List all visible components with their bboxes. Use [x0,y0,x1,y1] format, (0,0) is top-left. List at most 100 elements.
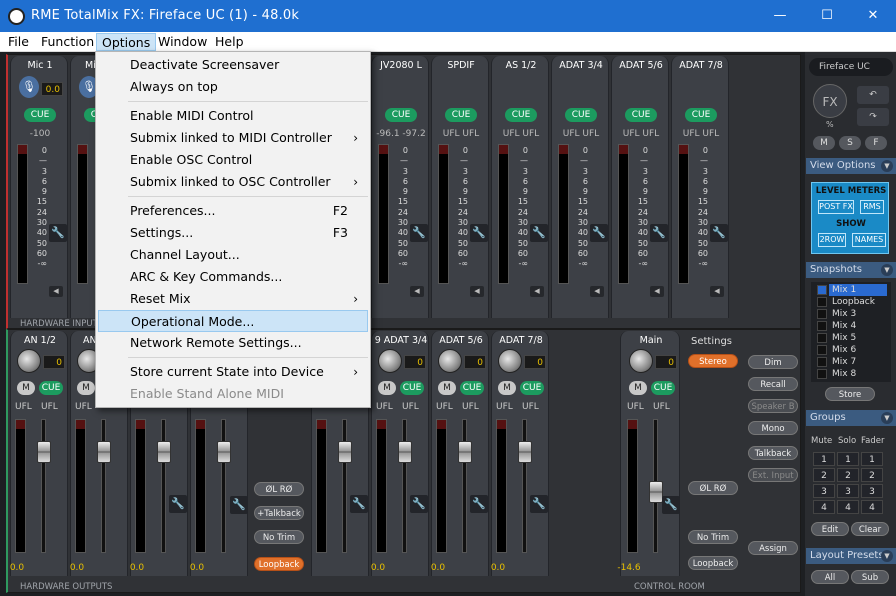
group-cell[interactable]: 3 [861,484,883,498]
group-cell[interactable]: 1 [813,452,835,466]
expand-arrow-icon[interactable]: ◀ [710,286,724,297]
layout-sub-button[interactable]: Sub [851,570,889,584]
cue-button[interactable]: CUE [400,381,424,395]
snapshot-item[interactable]: Mix 6 [829,344,887,356]
wrench-icon[interactable]: 🔧 [590,224,608,242]
fader-handle[interactable] [157,441,171,463]
group-cell[interactable]: 4 [861,500,883,514]
group-cell[interactable]: 1 [837,452,859,466]
microphone-icon[interactable]: 🎙 [19,76,39,98]
mute-button[interactable]: M [378,381,396,395]
group-cell[interactable]: 4 [837,500,859,514]
cue-button[interactable]: CUE [651,381,675,395]
menu-item-submix-osc[interactable]: Submix linked to OSC Controller › [98,171,368,193]
snapshot-item[interactable]: Loopback [829,296,887,308]
global-solo-button[interactable]: S [839,136,861,150]
menu-item-always-on-top[interactable]: Always on top [98,76,368,98]
fader-track[interactable] [41,419,46,553]
fader-track[interactable] [161,419,166,553]
group-cell[interactable]: 3 [837,484,859,498]
phase-invert-button[interactable]: ØL RØ [688,481,738,495]
gain-knob[interactable] [17,349,41,373]
wrench-icon[interactable]: 🔧 [530,224,548,242]
group-cell[interactable]: 2 [861,468,883,482]
minimize-button[interactable]: — [757,0,803,32]
group-cell[interactable]: 4 [813,500,835,514]
no-trim-button[interactable]: No Trim [688,530,738,544]
cue-button[interactable]: CUE [520,381,544,395]
expand-arrow-icon[interactable]: ◀ [49,286,63,297]
wrench-icon[interactable]: 🔧 [49,224,67,242]
gain-knob[interactable] [498,349,522,373]
snapshots-header[interactable]: Snapshots ▼ [806,262,896,278]
talkback-button[interactable]: Talkback [748,446,798,460]
maximize-button[interactable]: ☐ [804,0,850,32]
talkback-button[interactable]: +Talkback [254,506,304,520]
wrench-icon[interactable]: 🔧 [230,496,248,514]
device-select[interactable]: Fireface UC [809,58,893,76]
cue-button[interactable]: CUE [685,108,717,122]
wrench-icon[interactable]: 🔧 [530,495,548,513]
cue-button[interactable]: CUE [505,108,537,122]
ext-input-button[interactable]: Ext. Input [748,468,798,482]
snapshot-item[interactable]: Mix 4 [829,320,887,332]
snapshot-item[interactable]: Mix 8 [829,368,887,380]
gain-knob[interactable] [438,349,462,373]
group-cell[interactable]: 1 [861,452,883,466]
menu-file[interactable]: File [3,33,34,51]
fader-track[interactable] [221,419,226,553]
menu-item-preferences[interactable]: Preferences... F2 [98,200,368,222]
wrench-icon[interactable]: 🔧 [350,495,368,513]
menu-item-reset-mix[interactable]: Reset Mix › [98,288,368,310]
menu-item-submix-midi[interactable]: Submix linked to MIDI Controller › [98,127,368,149]
expand-arrow-icon[interactable]: ◀ [410,286,424,297]
wrench-icon[interactable]: 🔧 [662,496,680,514]
dim-button[interactable]: Dim [748,355,798,369]
rms-button[interactable]: RMS [860,200,884,214]
menu-item-operational-mode[interactable]: Operational Mode... [98,310,368,332]
layout-presets-header[interactable]: Layout Presets ▼ [806,548,896,564]
snapshot-item[interactable]: Mix 3 [829,308,887,320]
post-fx-button[interactable]: POST FX [818,200,854,214]
store-button[interactable]: Store [825,387,875,401]
snapshot-item[interactable]: Mix 1 [829,284,887,296]
menu-item-deactivate-screensaver[interactable]: Deactivate Screensaver [98,54,368,76]
gain-knob[interactable] [378,349,402,373]
cue-button[interactable]: CUE [445,108,477,122]
names-button[interactable]: NAMES [852,233,886,247]
menu-item-arc-key-commands[interactable]: ARC & Key Commands... [98,266,368,288]
assign-button[interactable]: Assign [748,541,798,555]
close-button[interactable]: ✕ [850,0,896,32]
snapshot-item[interactable]: Mix 7 [829,356,887,368]
fader-handle[interactable] [398,441,412,463]
fader-handle[interactable] [37,441,51,463]
wrench-icon[interactable]: 🔧 [650,224,668,242]
mute-button[interactable]: M [77,381,95,395]
menu-item-enable-osc-control[interactable]: Enable OSC Control [98,149,368,171]
speaker-b-button[interactable]: Speaker B [748,399,798,413]
menu-item-channel-layout[interactable]: Channel Layout... [98,244,368,266]
mute-button[interactable]: M [498,381,516,395]
menu-function[interactable]: Function [36,33,99,51]
fader-track[interactable] [342,419,347,553]
gain-knob[interactable] [629,349,653,373]
cue-button[interactable]: CUE [460,381,484,395]
fader-track[interactable] [101,419,106,553]
global-mute-button[interactable]: M [813,136,835,150]
fader-handle[interactable] [518,441,532,463]
group-cell[interactable]: 2 [837,468,859,482]
wrench-icon[interactable]: 🔧 [169,495,187,513]
wrench-icon[interactable]: 🔧 [470,495,488,513]
wrench-icon[interactable]: 🔧 [410,224,428,242]
fader-handle[interactable] [458,441,472,463]
menu-item-store-state[interactable]: Store current State into Device › [98,361,368,383]
cue-button[interactable]: CUE [39,381,63,395]
redo-icon[interactable]: ↷ [857,108,889,126]
mute-button[interactable]: M [629,381,647,395]
menu-window[interactable]: Window [153,33,212,51]
menu-options[interactable]: Options [96,33,157,51]
mute-button[interactable]: M [438,381,456,395]
mute-button[interactable]: M [17,381,35,395]
menu-item-network-remote-settings[interactable]: Network Remote Settings... [98,332,368,354]
wrench-icon[interactable]: 🔧 [710,224,728,242]
